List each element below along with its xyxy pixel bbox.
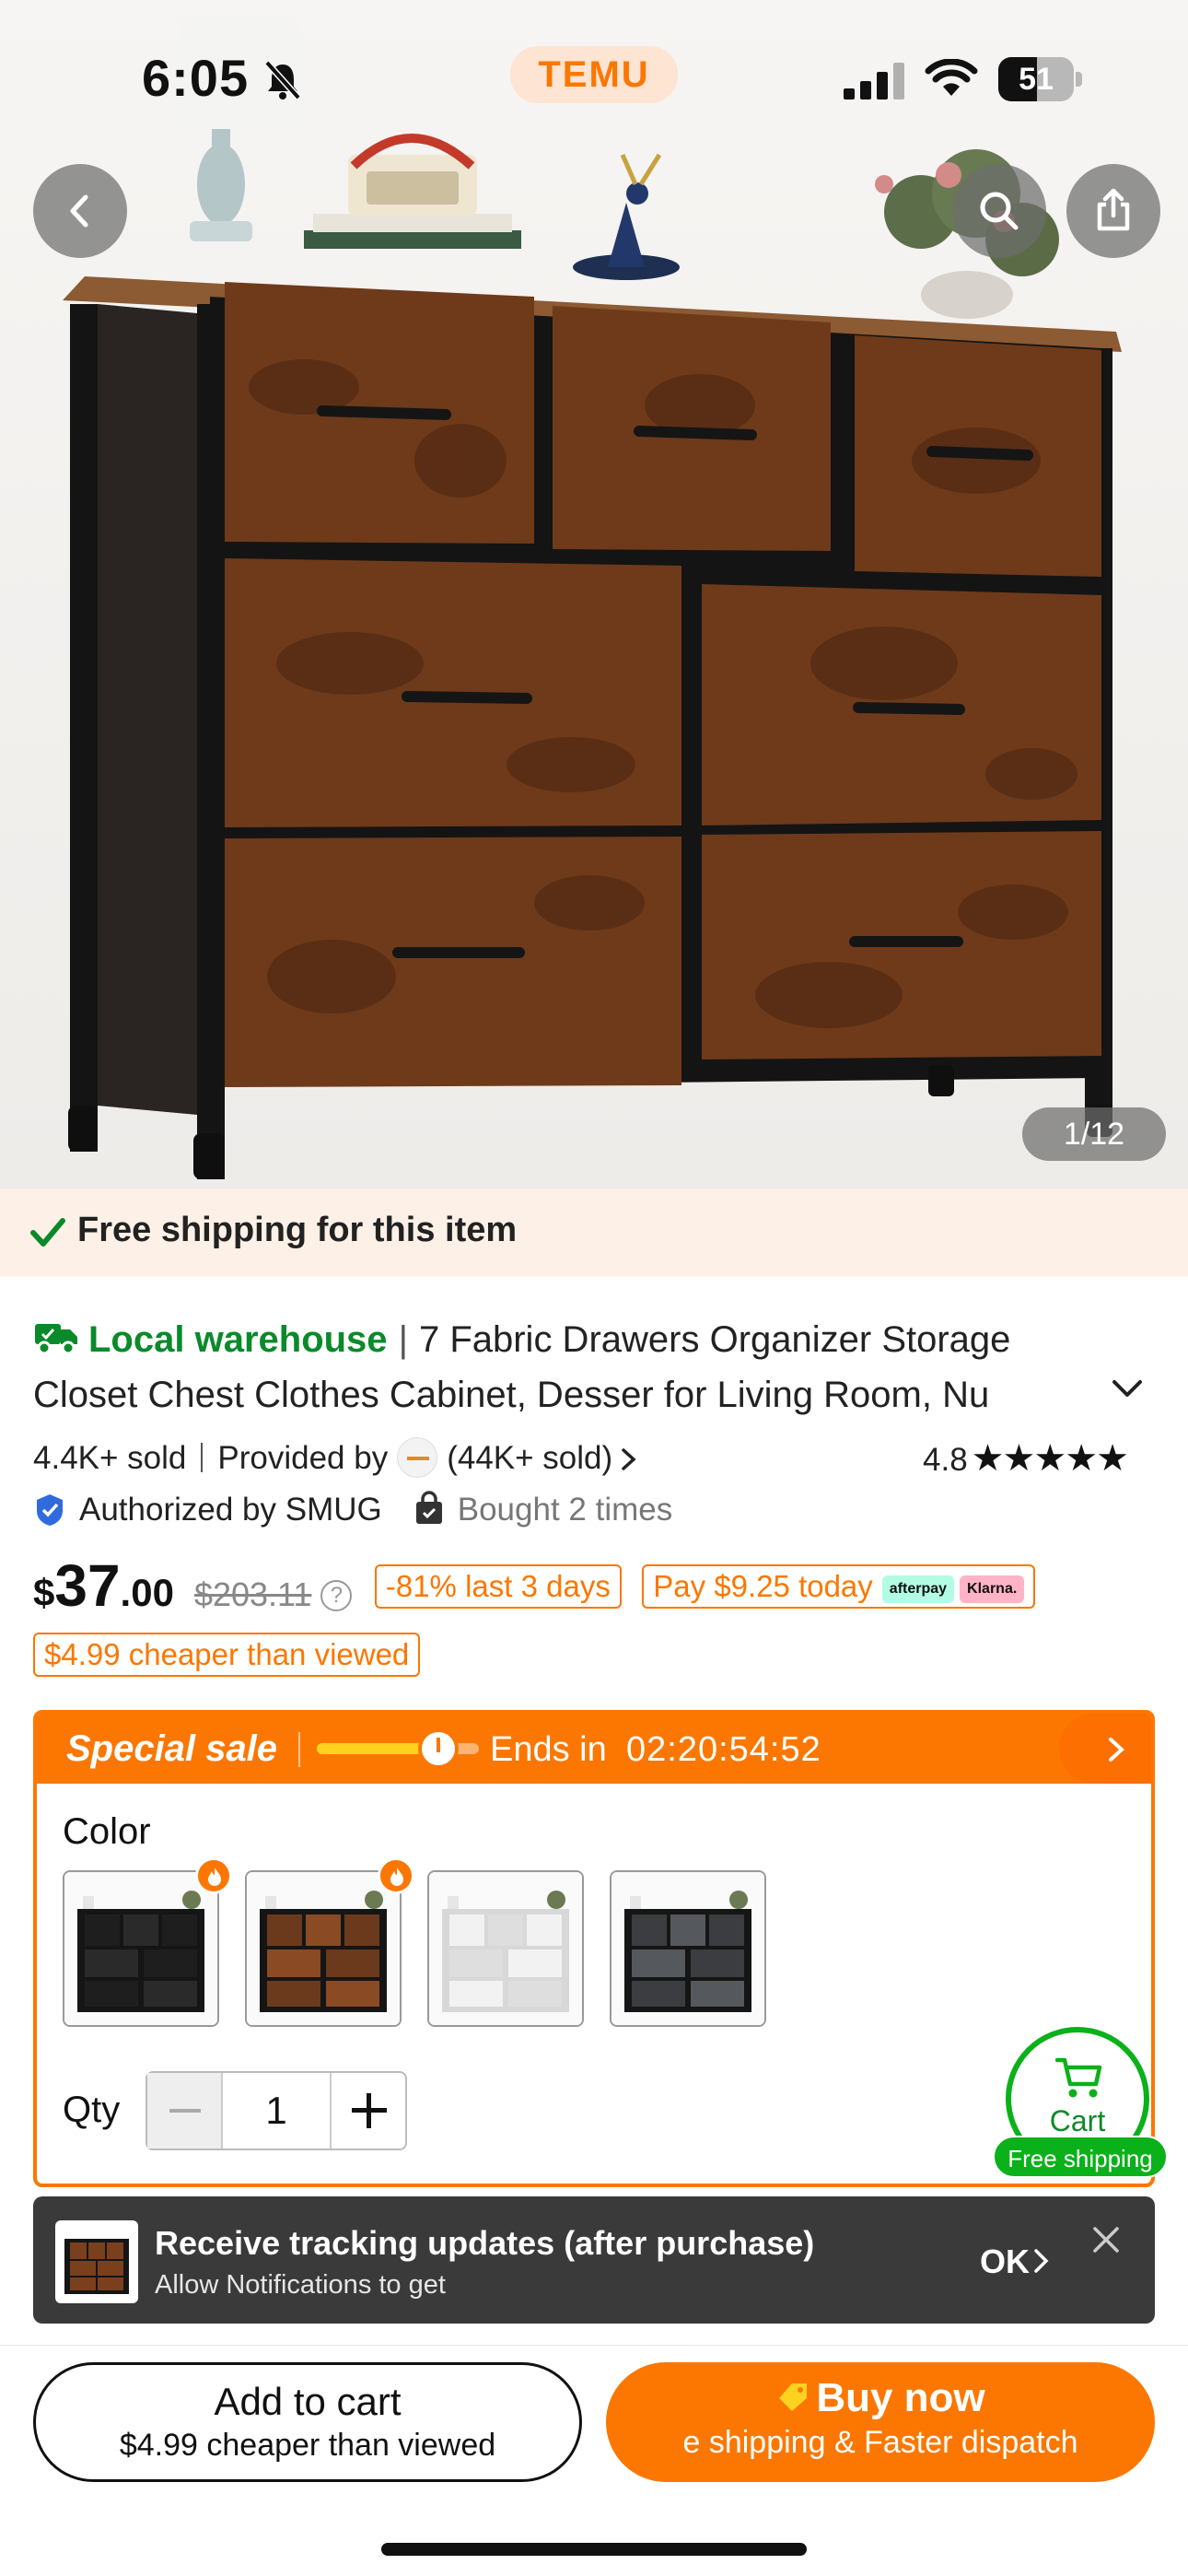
qty-value[interactable]: 1 [225,2073,328,2149]
title-line-1: 7 Fabric Drawers Organizer Storage [418,1319,1011,1360]
image-counter: 1/12 [1022,1107,1166,1161]
toast-subtitle: Allow Notifications to get [155,2270,446,2300]
quantity-stepper: 1 [146,2071,407,2150]
chevron-right-icon [1034,2249,1049,2273]
rating-value: 4.8 [923,1442,968,1478]
bought-times: Bought 2 times [457,1492,673,1528]
hot-flame-icon [195,1857,232,1894]
tag-icon [779,2383,808,2411]
qty-increase-button[interactable] [330,2073,405,2149]
price-row: $37.00 $203.11? -81% last 3 days Pay $9.2… [33,1551,1036,1622]
color-swatch[interactable] [610,1870,766,2027]
cheaper-than-viewed-tag: $4.99 cheaper than viewed [33,1633,421,1677]
hot-flame-icon [378,1857,414,1894]
add-to-cart-sublabel: $4.99 cheaper than viewed [119,2428,496,2463]
discount-tag: -81% last 3 days [374,1564,622,1609]
sold-info-row: 4.4K+ sold Provided by (44K+ sold) [33,1437,638,1478]
chevron-down-icon[interactable] [1109,1376,1146,1402]
back-arrow-icon [70,194,88,228]
add-to-cart-label: Add to cart [214,2380,402,2423]
buy-now-sublabel: e shipping & Faster dispatch [682,2425,1078,2460]
afterpay-logo: afterpay [881,1575,955,1603]
installment-text: Pay $9.25 today [653,1569,873,1603]
price-integer: 37 [54,1552,121,1619]
product-title[interactable]: Local warehouse | 7 Fabric Drawers Organiz… [33,1312,1083,1423]
color-swatch[interactable] [245,1870,402,2027]
toast-ok-button[interactable]: OK [980,2242,1030,2281]
free-shipping-badge: Free shipping [993,2136,1168,2178]
authorized-row: Authorized by SMUG Bought 2 times [33,1491,672,1528]
provided-by-label: Provided by [217,1440,389,1476]
notification-toast[interactable]: Receive tracking updates (after purchase… [33,2196,1155,2324]
check-icon [30,1218,65,1247]
title-line-2: Closet Chest Clothes Cabinet, Desser for… [33,1375,990,1415]
status-time: 6:05 [142,49,250,107]
bell-muted-icon [264,60,301,100]
toast-title: Receive tracking updates (after purchase… [155,2224,815,2262]
temu-logo: TEMU [510,46,678,103]
add-to-cart-button[interactable]: Add to cart $4.99 cheaper than viewed [33,2362,582,2482]
chevron-right-icon[interactable] [620,1446,638,1472]
product-image-carousel[interactable]: 6:05 TEMU 51 1/12 [0,0,1188,1188]
special-sale-card: Special sale Ends in 02:20:54:52 Color Q… [33,1710,1155,2187]
qty-decrease-button[interactable] [147,2073,223,2149]
title-separator: | [398,1319,408,1360]
rating[interactable]: 4.8 ★★★★★ [923,1437,1129,1480]
cellular-signal-icon [844,63,904,100]
local-warehouse-label: Local warehouse [88,1319,388,1360]
price-currency: $ [33,1571,55,1614]
close-icon[interactable] [1090,2224,1122,2255]
chevron-right-icon[interactable] [1105,1736,1127,1763]
status-bar: 6:05 TEMU 51 [0,0,1188,157]
special-sale-header[interactable]: Special sale Ends in 02:20:54:52 [37,1714,1151,1784]
cart-label: Cart [1049,2104,1106,2137]
wifi-icon [925,59,978,96]
buy-now-button[interactable]: Buy now e shipping & Faster dispatch [606,2362,1155,2482]
rating-stars: ★★★★★ [971,1438,1129,1479]
share-button[interactable] [1066,164,1160,258]
store-logo[interactable] [397,1437,438,1478]
original-price: $203.11 [193,1575,312,1613]
color-label: Color [63,1811,151,1852]
truck-icon [35,1324,77,1355]
cart-icon [1055,2057,1102,2098]
search-button[interactable] [952,164,1046,258]
shopping-bag-icon [415,1491,442,1524]
help-icon[interactable]: ? [320,1580,353,1611]
sold-count: 4.4K+ sold [33,1440,187,1476]
free-shipping-text: Free shipping for this item [77,1211,518,1249]
klarna-logo: Klarna. [960,1575,1025,1603]
share-icon [1097,188,1130,231]
free-shipping-banner[interactable]: Free shipping for this item [0,1188,1188,1277]
color-swatch[interactable] [63,1870,219,2027]
back-button[interactable] [33,164,127,258]
qty-label: Qty [63,2090,121,2130]
battery-level: 51 [1019,62,1054,97]
home-indicator[interactable] [381,2543,807,2556]
buy-now-label: Buy now [816,2375,985,2420]
authorized-by-text: Authorized by SMUG [79,1492,382,1528]
verified-badge-icon [37,1494,63,1526]
battery-icon: 51 [998,57,1083,101]
store-sold-count[interactable]: (44K+ sold) [447,1440,612,1476]
price-decimal: .00 [120,1571,174,1614]
search-icon [980,192,1019,230]
ends-in-label: Ends in [490,1730,607,1769]
sale-countdown: 02:20:54:52 [626,1730,821,1769]
sale-timer-icon [418,1728,459,1769]
installment-tag[interactable]: Pay $9.25 today afterpay Klarna. [642,1564,1036,1609]
color-swatch[interactable] [427,1870,584,2027]
toast-product-thumbnail [55,2220,138,2303]
special-sale-title: Special sale [66,1728,278,1769]
